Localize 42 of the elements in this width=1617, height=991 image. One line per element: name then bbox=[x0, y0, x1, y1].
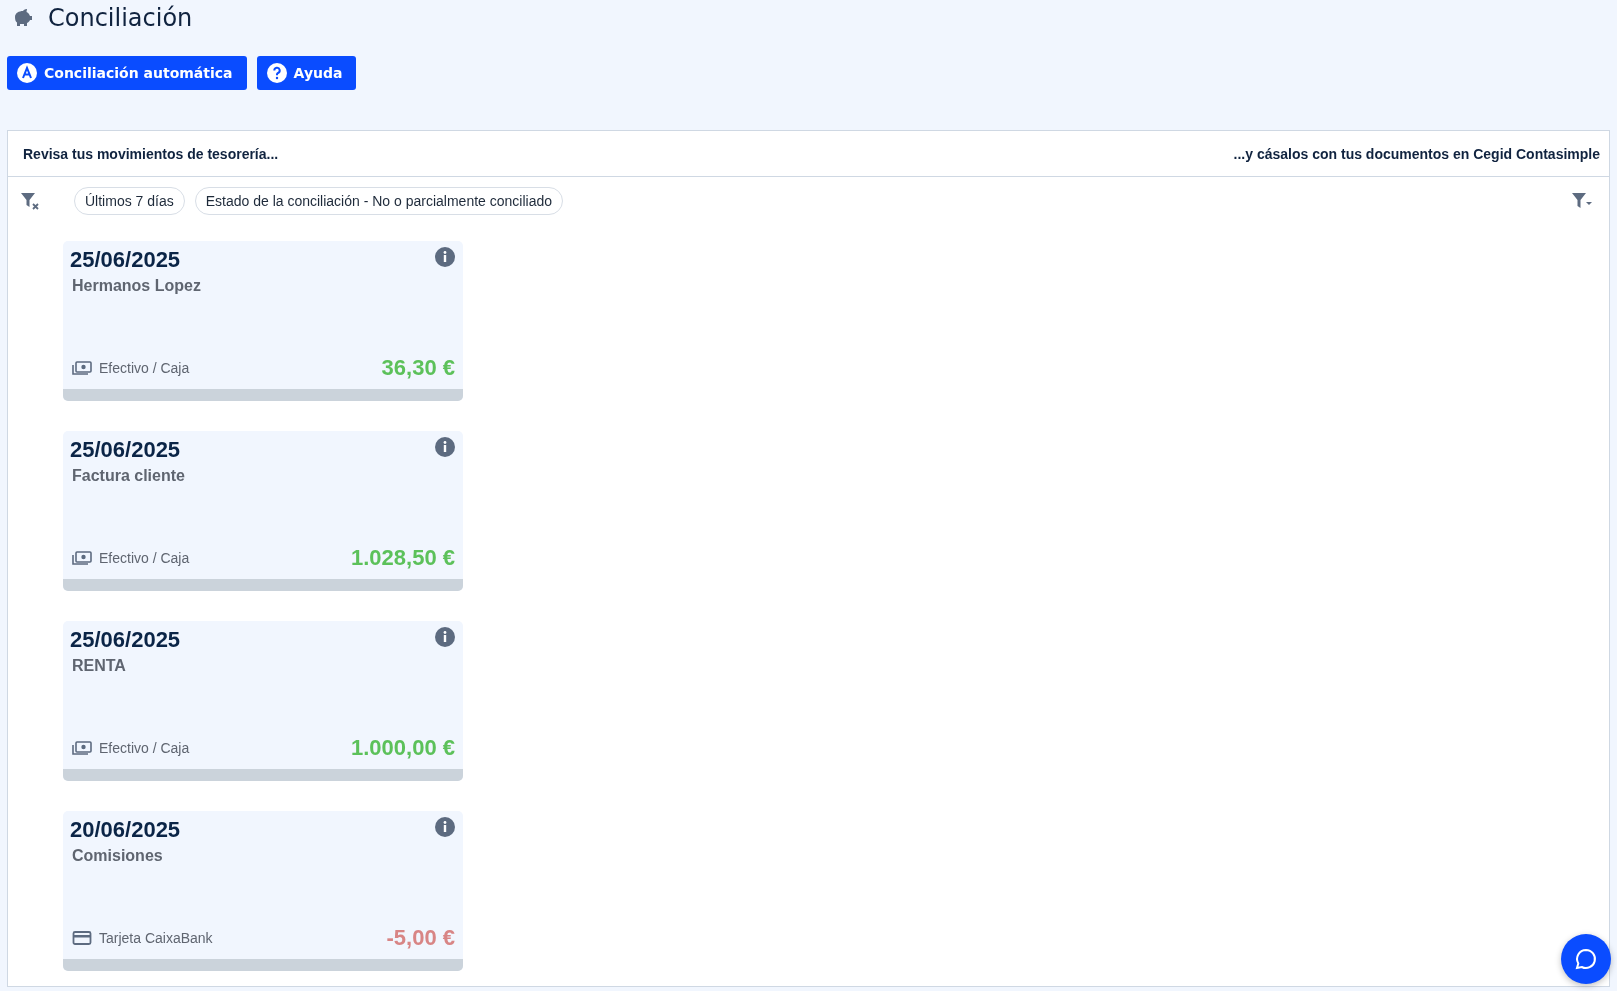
chat-bubble-icon bbox=[1574, 947, 1598, 971]
movement-concept: Hermanos Lopez bbox=[71, 277, 202, 295]
account-name: Efectivo / Caja bbox=[99, 740, 190, 756]
auto-reconcile-button[interactable]: Conciliación automática bbox=[7, 56, 247, 90]
piggy-bank-icon bbox=[12, 8, 34, 28]
banknote-icon bbox=[72, 550, 92, 566]
movement-amount: 1.000,00 € bbox=[351, 735, 455, 761]
movement-card[interactable]: 20/06/2025 Comisiones Tarjeta CaixaBank -5,00 € bbox=[63, 811, 463, 971]
panel-heading: ...y cásalos con tus documentos en Cegid Contasimple bbox=[1233, 145, 1600, 162]
info-icon[interactable] bbox=[435, 817, 455, 837]
movement-concept: RENTA bbox=[71, 657, 127, 675]
filter-chip[interactable]: Estado de la conciliación - No o parcialmente conciliado bbox=[194, 187, 563, 215]
movement-date: 25/06/2025 bbox=[70, 627, 181, 653]
movement-date: 20/06/2025 bbox=[70, 817, 181, 843]
movement-amount: -5,00 € bbox=[386, 925, 455, 951]
filter-clear-icon[interactable] bbox=[20, 192, 40, 210]
chat-button[interactable] bbox=[1561, 934, 1611, 984]
movement-card[interactable]: 25/06/2025 Hermanos Lopez Efectivo / Caja 36,30 € bbox=[63, 241, 463, 401]
help-circle-icon bbox=[266, 63, 287, 83]
account-name: Tarjeta CaixaBank bbox=[99, 930, 213, 946]
movement-amount: 36,30 € bbox=[381, 355, 455, 381]
account-name: Efectivo / Caja bbox=[99, 550, 190, 566]
movement-concept: Comisiones bbox=[71, 847, 164, 865]
banknote-icon bbox=[72, 360, 92, 376]
page-title: Conciliación bbox=[48, 4, 193, 32]
movement-date: 25/06/2025 bbox=[70, 247, 181, 273]
movement-card[interactable]: 25/06/2025 Factura cliente Efectivo / Caja 1.028,50 € bbox=[63, 431, 463, 591]
panel-heading: Revisa tus movimientos de tesorería... bbox=[23, 145, 279, 162]
filter-dropdown-icon[interactable] bbox=[1571, 192, 1593, 210]
info-icon[interactable] bbox=[435, 627, 455, 647]
info-icon[interactable] bbox=[435, 437, 455, 457]
account-name: Efectivo / Caja bbox=[99, 360, 190, 376]
banknote-icon bbox=[72, 740, 92, 756]
help-button[interactable]: Ayuda bbox=[256, 56, 357, 90]
info-icon[interactable] bbox=[435, 247, 455, 267]
movement-concept: Factura cliente bbox=[71, 467, 186, 485]
movement-date: 25/06/2025 bbox=[70, 437, 181, 463]
movement-card[interactable]: 25/06/2025 RENTA Efectivo / Caja 1.000,00 € bbox=[63, 621, 463, 781]
filter-chip[interactable]: Últimos 7 días bbox=[74, 187, 185, 215]
movement-amount: 1.028,50 € bbox=[351, 545, 455, 571]
credit-card-icon bbox=[72, 930, 92, 946]
letter-a-circle-icon bbox=[17, 63, 37, 83]
